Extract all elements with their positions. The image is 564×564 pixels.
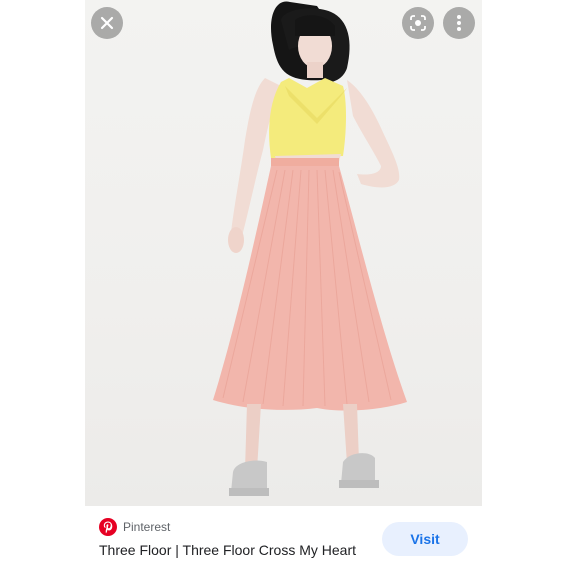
image-viewer — [0, 0, 564, 506]
close-icon — [100, 16, 114, 30]
more-vertical-icon — [457, 15, 461, 31]
pinterest-logo-icon — [99, 518, 117, 536]
visit-button[interactable]: Visit — [382, 522, 468, 556]
source-name: Pinterest — [123, 520, 171, 534]
source-row[interactable]: Pinterest — [99, 518, 170, 536]
close-button[interactable] — [91, 7, 123, 39]
more-options-button[interactable] — [443, 7, 475, 39]
google-lens-icon — [410, 15, 426, 31]
result-title[interactable]: Three Floor | Three Floor Cross My Heart — [99, 542, 356, 558]
result-footer: Pinterest Three Floor | Three Floor Cros… — [0, 506, 564, 564]
model-illustration — [213, 1, 407, 496]
product-image[interactable] — [85, 0, 482, 506]
google-lens-button[interactable] — [402, 7, 434, 39]
